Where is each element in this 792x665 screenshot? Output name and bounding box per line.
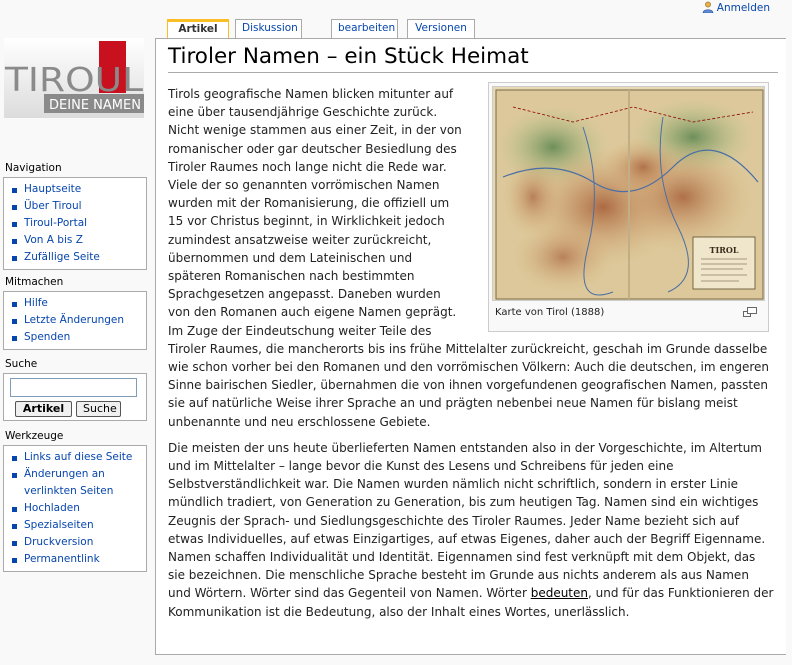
tab-discussion[interactable]: Diskussion [235,19,302,38]
svg-text:TIROL: TIROL [710,245,739,255]
nav-item-a-to-z[interactable]: Von A bis Z [10,232,146,249]
map-thumbnail: TIROL Karte von Tirol (1888) [488,82,769,332]
page-title: Tiroler Namen – ein Stück Heimat [168,43,778,73]
toolbox-item-whatlinkshere[interactable]: Links auf diese Seite [10,449,146,466]
toolbox-item-permalink-link[interactable]: Permanentlink [24,553,100,565]
nav-item-portal-link[interactable]: Tiroul-Portal [24,217,87,229]
participate-item-recent-changes[interactable]: Letzte Änderungen [10,312,146,329]
toolbox-item-special-pages[interactable]: Spezialseiten [10,517,146,534]
nav-item-about-link[interactable]: Über Tiroul [24,200,82,212]
nav-body: Hauptseite Über Tiroul Tiroul-Portal Von… [3,177,147,270]
bedeuten-link[interactable]: bedeuten [531,586,588,600]
participate-body: Hilfe Letzte Änderungen Spenden [3,291,147,350]
nav-item-main-page[interactable]: Hauptseite [10,181,146,198]
tab-history[interactable]: Versionen [407,19,475,38]
article-paragraph-2-text: Die meisten der uns heute überlieferten … [168,440,766,601]
search-input[interactable] [10,378,137,397]
toolbox-item-special-pages-link[interactable]: Spezialseiten [24,519,94,531]
toolbox-item-upload[interactable]: Hochladen [10,500,146,517]
toolbox-item-upload-link[interactable]: Hochladen [24,502,80,514]
nav-portlet: Navigation Hauptseite Über Tiroul Tiroul… [3,162,147,270]
tab-edit[interactable]: bearbeiten [331,19,398,38]
toolbox-item-whatlinkshere-link[interactable]: Links auf diese Seite [24,451,132,463]
toolbox-item-related-changes-link[interactable]: Änderungen an verlinkten Seiten [24,468,113,497]
participate-heading: Mitmachen [5,276,64,288]
svg-text:DEINE NAMEN: DEINE NAMEN [49,98,141,113]
login-link[interactable]: Anmelden [717,2,770,14]
search-button[interactable]: Suche [76,401,121,417]
svg-text:TIROUL: TIROUL [4,60,144,99]
nav-item-portal[interactable]: Tiroul-Portal [10,215,146,232]
search-portlet: Suche Artikel Suche [3,358,147,421]
content-area: Tiroler Namen – ein Stück Heimat TIROL K… [155,38,786,655]
nav-item-about[interactable]: Über Tiroul [10,198,146,215]
toolbox-portlet: Werkzeuge Links auf diese Seite Änderung… [3,430,147,572]
participate-item-recent-changes-link[interactable]: Letzte Änderungen [24,314,124,326]
nav-item-a-to-z-link[interactable]: Von A bis Z [24,234,83,246]
toolbox-item-permalink[interactable]: Permanentlink [10,551,146,568]
tab-history-label[interactable]: Versionen [415,22,467,34]
search-heading: Suche [5,358,38,370]
participate-item-donate[interactable]: Spenden [10,329,146,346]
participate-item-help[interactable]: Hilfe [10,295,146,312]
thumb-caption-box: Karte von Tirol (1888) [492,301,765,320]
toolbox-item-print-link[interactable]: Druckversion [24,536,93,548]
toolbox-item-print[interactable]: Druckversion [10,534,146,551]
personal-tools: Anmelden [702,1,770,14]
toolbox-body: Links auf diese Seite Änderungen an verl… [3,445,147,572]
tab-article[interactable]: Artikel [167,19,229,38]
tab-edit-label[interactable]: bearbeiten [338,22,395,34]
nav-heading: Navigation [5,162,62,174]
thumb-caption: Karte von Tirol (1888) [495,307,605,318]
go-button[interactable]: Artikel [15,401,72,417]
user-icon [702,1,714,14]
article-paragraph-2: Die meisten der uns heute überlieferten … [168,439,774,621]
nav-item-random[interactable]: Zufällige Seite [10,249,146,266]
nav-item-random-link[interactable]: Zufällige Seite [24,251,100,263]
toolbox-heading: Werkzeuge [5,430,64,442]
tab-article-label[interactable]: Artikel [178,23,217,35]
participate-item-help-link[interactable]: Hilfe [24,297,48,309]
tab-discussion-label[interactable]: Diskussion [242,22,298,34]
participate-portlet: Mitmachen Hilfe Letzte Änderungen Spende… [3,276,147,350]
search-body: Artikel Suche [3,373,147,421]
toolbox-item-related-changes[interactable]: Änderungen an verlinkten Seiten [10,466,146,500]
site-logo[interactable]: TIROUL DEINE NAMEN [4,38,144,118]
article-body: TIROL Karte von Tirol (1888) Tirols geog… [168,82,774,621]
participate-item-donate-link[interactable]: Spenden [24,331,70,343]
magnify-icon[interactable] [743,307,757,317]
map-image[interactable]: TIROL [492,86,765,301]
nav-item-main-page-link[interactable]: Hauptseite [24,183,81,195]
